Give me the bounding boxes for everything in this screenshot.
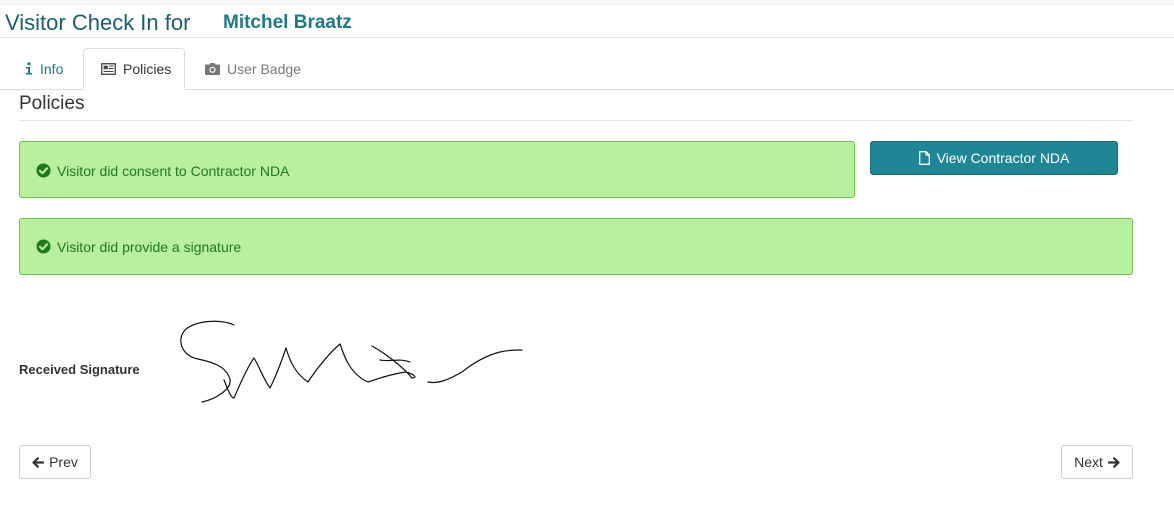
newspaper-icon [101, 63, 116, 75]
signature-provided-text: Visitor did provide a signature [57, 238, 242, 255]
received-signature-label: Received Signature [19, 362, 140, 377]
arrow-left-icon [32, 456, 45, 468]
camera-icon [205, 62, 220, 75]
page-header: Visitor Check In for Mitchel Braatz [0, 5, 1174, 38]
tab-policies[interactable]: Policies [83, 48, 185, 90]
view-contractor-nda-label: View Contractor NDA [936, 150, 1070, 166]
tab-bar: Info Policies User Badge [0, 48, 1174, 90]
check-circle-icon [36, 239, 51, 254]
signature-image [180, 320, 523, 403]
file-icon [918, 151, 930, 165]
visitor-name: Mitchel Braatz [223, 12, 352, 33]
tab-info-label: Info [40, 60, 64, 77]
next-button[interactable]: Next [1061, 445, 1133, 479]
page-title: Visitor Check In for [5, 10, 191, 35]
info-icon [25, 62, 33, 75]
nda-consent-text: Visitor did consent to Contractor NDA [57, 162, 290, 179]
tab-info[interactable]: Info [10, 48, 82, 89]
signature-provided-alert: Visitor did provide a signature [19, 218, 1133, 275]
next-label: Next [1074, 454, 1103, 470]
check-circle-icon [36, 163, 51, 178]
nda-consent-alert: Visitor did consent to Contractor NDA [19, 141, 855, 198]
tab-user-badge-label: User Badge [227, 60, 301, 77]
tab-policies-label: Policies [123, 61, 172, 77]
view-contractor-nda-button[interactable]: View Contractor NDA [870, 141, 1118, 175]
prev-label: Prev [49, 454, 78, 470]
arrow-right-icon [1107, 456, 1120, 468]
prev-button[interactable]: Prev [19, 445, 91, 479]
tab-user-badge[interactable]: User Badge [190, 48, 320, 89]
section-divider [19, 120, 1133, 121]
section-title: Policies [19, 93, 85, 114]
